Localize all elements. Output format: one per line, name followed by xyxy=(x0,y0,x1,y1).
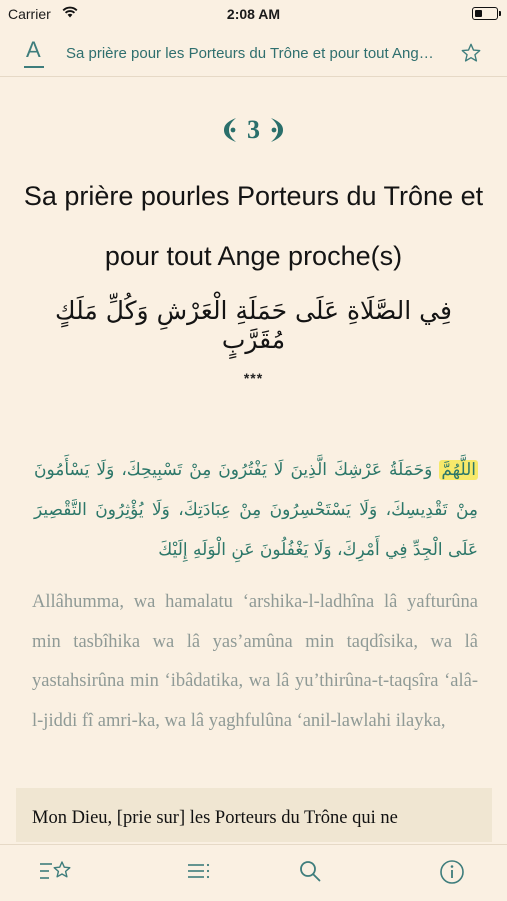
nav-title: Sa prière pour les Porteurs du Trône et … xyxy=(66,45,436,62)
transliteration-text: Allâhumma, wa hamalatu ‘arshika-l-ladhîn… xyxy=(32,592,478,731)
table-of-contents-icon[interactable] xyxy=(186,859,212,888)
chapter-title: Sa prière pourles Porteurs du Trône et p… xyxy=(23,181,484,271)
translation-block: Mon Dieu, [prie sur] les Porteurs du Trô… xyxy=(16,788,492,842)
bottom-toolbar xyxy=(0,844,507,901)
chapter-number-ornament: 3 xyxy=(0,115,507,145)
battery-icon xyxy=(472,7,501,20)
translation-text: Mon Dieu, [prie sur] les Porteurs du Trô… xyxy=(32,808,398,828)
arabic-verse-text: وَحَمَلَةُ عَرْشِكَ الَّذِينَ لَا يَفْتُ… xyxy=(34,460,478,560)
favorites-list-icon[interactable] xyxy=(38,859,72,888)
favorite-star-icon[interactable] xyxy=(460,42,482,69)
search-icon[interactable] xyxy=(298,859,322,888)
section-separator: *** xyxy=(243,370,264,386)
chapter-number: 3 xyxy=(247,115,260,144)
status-bar: Carrier 2:08 AM xyxy=(0,0,507,28)
navigation-bar: A Sa prière pour les Porteurs du Trône e… xyxy=(0,30,507,77)
arabic-chapter-title: فِي الصَّلَاةِ عَلَى حَمَلَةِ الْعَرْشِ … xyxy=(55,296,452,354)
info-icon[interactable] xyxy=(439,859,465,890)
font-size-button[interactable]: A xyxy=(24,37,44,68)
arabic-verse[interactable]: اللَّهُمَّ وَحَمَلَةُ عَرْشِكَ الَّذِينَ… xyxy=(34,450,478,570)
ornament-left-icon xyxy=(223,118,236,142)
ornament-right-icon xyxy=(271,118,284,142)
clock: 2:08 AM xyxy=(226,6,281,22)
highlighted-word[interactable]: اللَّهُمَّ xyxy=(439,460,478,480)
